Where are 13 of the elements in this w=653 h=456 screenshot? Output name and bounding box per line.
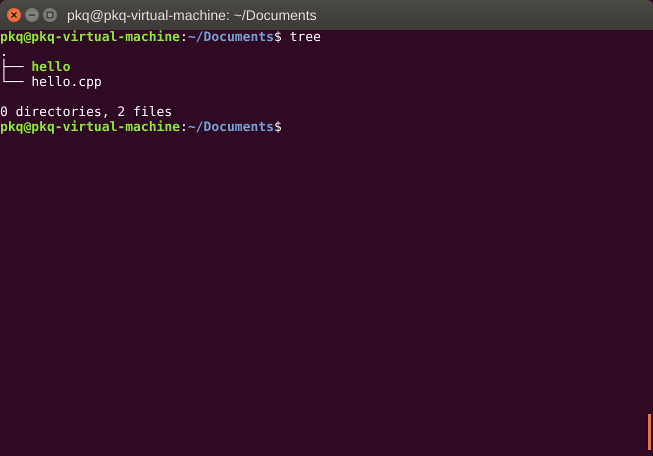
tree-entry: └── hello.cpp [0,75,102,90]
maximize-button[interactable] [43,8,57,22]
output-line: . [0,45,8,60]
prompt-line: pkq@pkq-virtual-machine:~/Documents$ tree [0,30,321,45]
output-line: 0 directories, 2 files [0,105,172,120]
minimize-button[interactable] [25,8,39,22]
prompt-line: pkq@pkq-virtual-machine:~/Documents$ [0,120,282,135]
window-title: pkq@pkq-virtual-machine: ~/Documents [67,7,317,23]
close-button[interactable] [7,8,21,22]
scrollbar-thumb[interactable] [648,414,651,450]
tree-entry: ├── hello [0,60,70,75]
maximize-icon [46,11,54,19]
close-icon [10,11,18,19]
